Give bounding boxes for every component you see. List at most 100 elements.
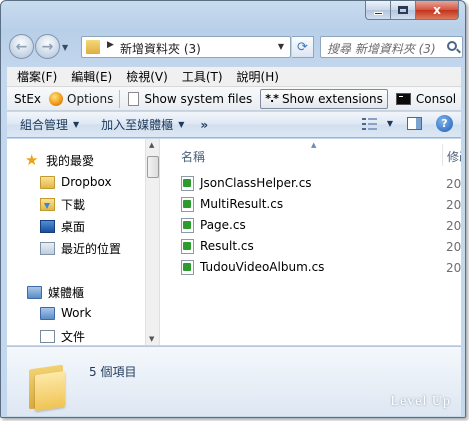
csharp-file-icon — [181, 238, 194, 254]
navigation-scrollbar[interactable]: ▲ ▼ — [145, 139, 159, 345]
console-button[interactable]: Consol — [392, 89, 460, 109]
column-header: ▲ 名稱 修改 — [161, 141, 461, 166]
nav-desktop[interactable]: 桌面 — [40, 218, 85, 235]
caption-buttons: x — [365, 1, 459, 20]
explorer-window: x ← → ▼ ▶ 新增資料夾 (3) ▼ ⟳ 搜尋 新增資料夾 (3) 檔案(… — [0, 0, 466, 418]
scroll-down-icon[interactable]: ▼ — [149, 335, 154, 343]
menu-view[interactable]: 檢視(V) — [126, 68, 168, 85]
watermark-text: Level Up — [390, 394, 451, 409]
menu-tools[interactable]: 工具(T) — [182, 68, 223, 85]
back-button[interactable]: ← — [9, 34, 34, 59]
column-divider[interactable] — [442, 144, 443, 166]
search-input[interactable]: 搜尋 新增資料夾 (3) — [320, 36, 463, 58]
navigation-pane: ★ 我的最愛 Dropbox 下載 桌面 最近的位置 媒體櫃 Work 文件 ▲… — [7, 139, 160, 345]
file-date: 20 — [446, 177, 461, 191]
csharp-file-icon — [181, 259, 194, 275]
file-name: JsonClassHelper.cs — [200, 176, 312, 190]
column-date-header[interactable]: 修改 — [447, 148, 461, 165]
nav-work[interactable]: Work — [40, 306, 91, 320]
nav-libraries[interactable]: 媒體櫃 — [27, 284, 84, 301]
breadcrumb-chevron-icon[interactable]: ▶ — [107, 40, 114, 50]
back-arrow-icon: ← — [15, 38, 28, 55]
address-bar[interactable]: ▶ 新增資料夾 (3) ▼ — [81, 36, 291, 58]
organize-label: 組合管理 — [20, 118, 69, 132]
menu-bar: 檔案(F) 編輯(E) 檢視(V) 工具(T) 說明(H) — [7, 67, 461, 87]
views-icon[interactable] — [361, 117, 377, 130]
nav-documents-label: 文件 — [61, 330, 86, 344]
content-area: ★ 我的最愛 Dropbox 下載 桌面 最近的位置 媒體櫃 Work 文件 ▲… — [7, 139, 461, 345]
help-icon[interactable]: ? — [436, 115, 453, 132]
file-date: 20 — [446, 219, 461, 233]
menu-edit[interactable]: 編輯(E) — [71, 68, 112, 85]
add-to-library-button[interactable]: 加入至媒體櫃 ▼ — [101, 116, 184, 133]
folder-icon — [86, 40, 100, 54]
command-bar: 組合管理 ▼ 加入至媒體櫃 ▼ » ▼ ? — [7, 112, 461, 138]
nav-dropbox-label: Dropbox — [61, 175, 112, 189]
file-row[interactable]: JsonClassHelper.cs — [181, 173, 312, 193]
maximize-icon — [398, 6, 408, 14]
search-icon[interactable] — [447, 41, 457, 51]
scroll-up-icon[interactable]: ▲ — [149, 141, 154, 149]
options-icon — [49, 91, 64, 106]
sort-ascending-icon: ▲ — [311, 141, 317, 149]
desktop-icon — [40, 220, 55, 233]
menu-file[interactable]: 檔案(F) — [17, 68, 57, 85]
more-commands-button[interactable]: » — [200, 118, 208, 132]
options-label: Options — [67, 91, 114, 106]
downloads-folder-icon — [40, 198, 55, 211]
options-button[interactable]: Options — [49, 91, 114, 106]
column-name-header[interactable]: 名稱 — [181, 148, 205, 165]
details-pane: 5 個項目 Level Up — [7, 346, 461, 416]
documents-icon — [40, 330, 55, 343]
show-extensions-button[interactable]: *.* Show extensions — [260, 88, 388, 109]
toolbar-separator — [119, 89, 121, 108]
minimize-button[interactable] — [365, 1, 391, 20]
show-system-files-label: Show system files — [144, 91, 253, 106]
forward-arrow-icon: → — [41, 38, 54, 55]
close-button[interactable]: x — [416, 1, 459, 20]
search-placeholder: 搜尋 新增資料夾 (3) — [327, 42, 436, 56]
maximize-button[interactable] — [391, 1, 416, 20]
nav-recent-places[interactable]: 最近的位置 — [40, 240, 121, 257]
address-dropdown-icon[interactable]: ▼ — [278, 42, 284, 51]
nav-downloads[interactable]: 下載 — [40, 196, 85, 213]
nav-recent-label: 最近的位置 — [61, 242, 122, 256]
organize-button[interactable]: 組合管理 ▼ — [20, 116, 79, 133]
csharp-file-icon — [181, 175, 194, 191]
csharp-file-icon — [181, 217, 194, 233]
navigation-row: ← → ▼ ▶ 新增資料夾 (3) ▼ ⟳ 搜尋 新增資料夾 (3) — [9, 34, 463, 60]
file-name: Page.cs — [200, 218, 246, 232]
star-icon: ★ — [25, 151, 39, 169]
show-system-files-button[interactable]: Show system files — [124, 89, 256, 109]
library-folder-icon — [40, 306, 55, 320]
scrollbar-thumb[interactable] — [147, 156, 159, 178]
file-name: Result.cs — [200, 239, 254, 253]
console-label: Consol — [415, 91, 457, 106]
refresh-button[interactable]: ⟳ — [292, 36, 314, 58]
nav-favorites[interactable]: ★ 我的最愛 — [25, 152, 94, 169]
minimize-icon — [373, 11, 383, 15]
command-bar-right: ▼ ? — [361, 115, 453, 132]
file-date: 20 — [446, 198, 461, 212]
nav-desktop-label: 桌面 — [61, 220, 86, 234]
nav-dropbox[interactable]: Dropbox — [40, 175, 112, 189]
file-row[interactable]: MultiResult.cs — [181, 194, 283, 214]
refresh-icon: ⟳ — [297, 39, 308, 55]
csharp-file-icon — [181, 196, 194, 212]
file-row[interactable]: Page.cs — [181, 215, 246, 235]
file-row[interactable]: Result.cs — [181, 236, 254, 256]
forward-button[interactable]: → — [35, 34, 60, 59]
preview-pane-icon[interactable] — [407, 117, 422, 130]
add-to-library-label: 加入至媒體櫃 — [101, 118, 174, 132]
folder-icon — [40, 175, 55, 189]
views-dropdown-icon[interactable]: ▼ — [387, 119, 393, 128]
recent-pages-dropdown-icon[interactable]: ▼ — [62, 43, 68, 52]
breadcrumb-current-folder[interactable]: 新增資料夾 (3) — [120, 40, 201, 57]
nav-favorites-label: 我的最愛 — [46, 154, 95, 168]
nav-work-label: Work — [61, 306, 92, 320]
show-extensions-label: Show extensions — [281, 91, 383, 106]
file-row[interactable]: TudouVideoAlbum.cs — [181, 257, 324, 277]
file-list-pane: ▲ 名稱 修改 JsonClassHelper.cs 20 MultiResul… — [161, 139, 461, 345]
menu-help[interactable]: 說明(H) — [237, 68, 279, 85]
nav-documents[interactable]: 文件 — [40, 328, 85, 345]
